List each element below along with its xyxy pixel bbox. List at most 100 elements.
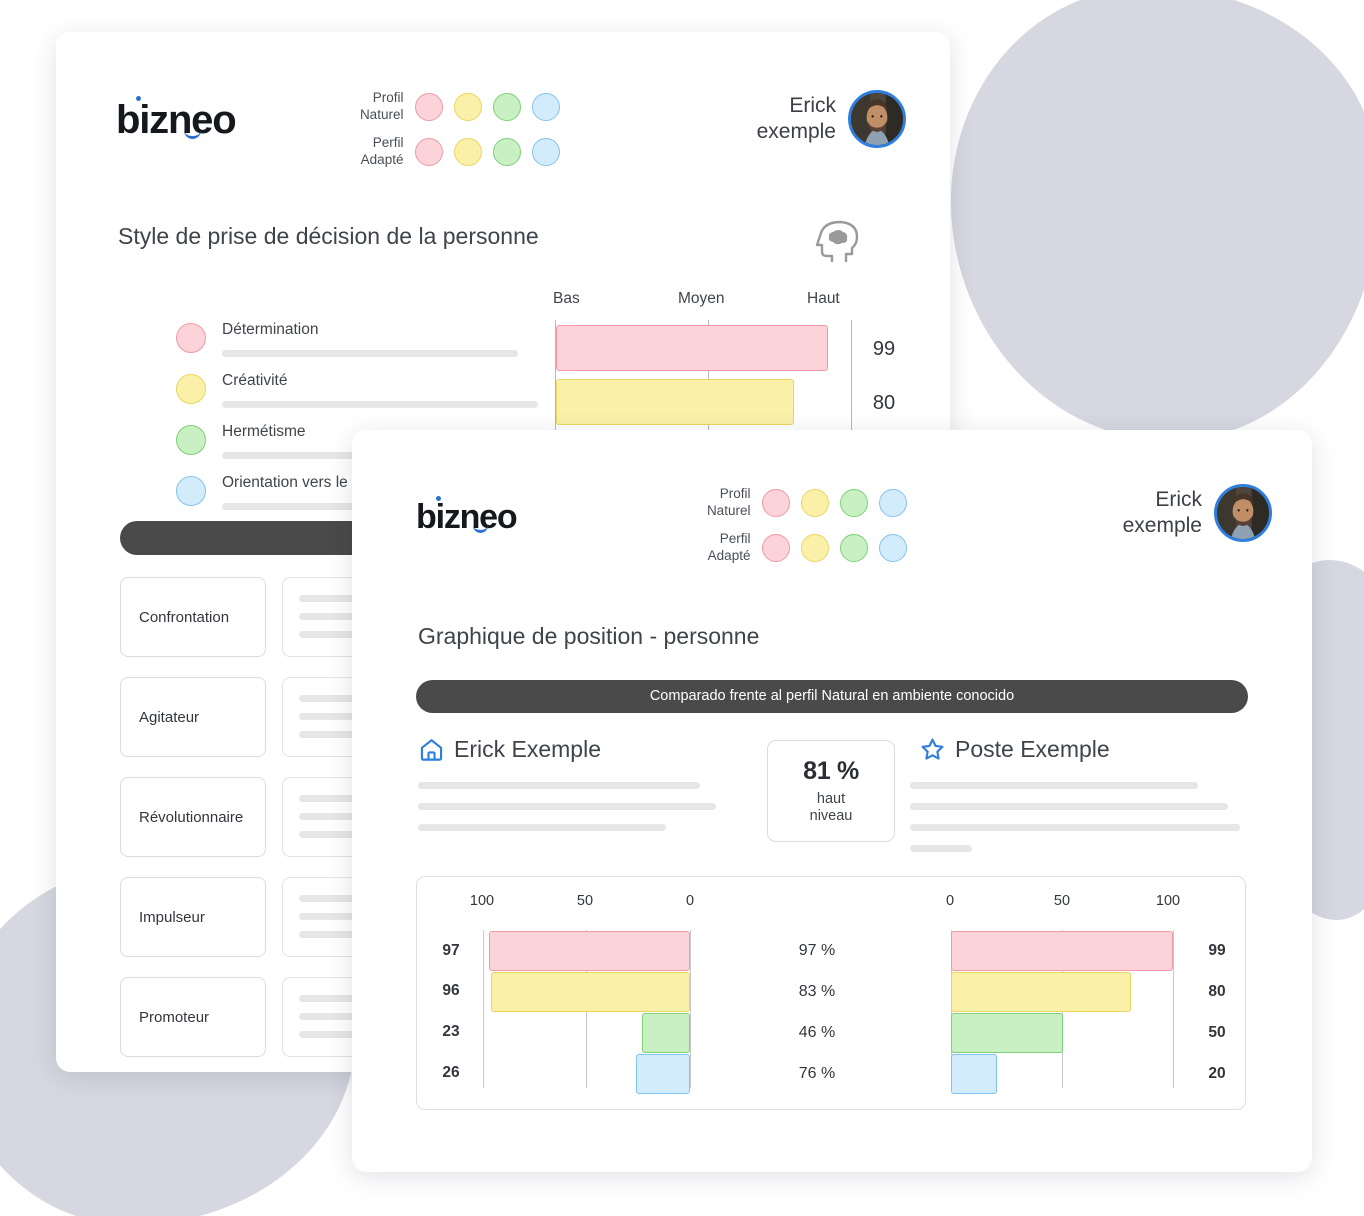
bar-creativite xyxy=(556,379,794,425)
left-value-row-4: 26 xyxy=(442,1064,460,1081)
dot-yellow xyxy=(801,533,830,562)
legend-label: Créativité xyxy=(222,372,288,389)
scale-label-bas: Bas xyxy=(553,290,580,307)
match-score-box: 81 % haut niveau xyxy=(767,740,895,842)
profile-label-adapted: Perfil Adapté xyxy=(360,134,404,167)
dot-green xyxy=(840,488,869,517)
dot-pink xyxy=(415,92,444,121)
comparison-item-label[interactable]: Agitateur xyxy=(120,677,266,757)
back-card-header: bizneo Profil Naturel Perfil Adapté Eric… xyxy=(56,32,950,169)
bizneo-logo-text: bizneo xyxy=(116,98,237,142)
back-value-80: 80 xyxy=(872,392,896,414)
left-tick-50: 50 xyxy=(576,893,594,909)
right-bar-row-4 xyxy=(951,1054,997,1094)
background-blob-top-right xyxy=(929,0,1364,463)
legend-label: Détermination xyxy=(222,321,319,338)
match-pct-row-4: 76 % xyxy=(798,1065,836,1082)
right-value-row-4: 20 xyxy=(1208,1065,1226,1082)
head-brain-icon xyxy=(815,218,859,264)
logo-dot-icon xyxy=(136,96,141,101)
avatar xyxy=(848,90,906,148)
match-score-value: 81 % xyxy=(803,756,859,785)
bizneo-logo-text: bizneo xyxy=(416,498,518,536)
front-card-title: Graphique de position - personne xyxy=(418,622,760,649)
profile-dots-adapted xyxy=(762,533,908,562)
left-pane-name: Erick Exemple xyxy=(454,736,601,762)
left-bar-row-2 xyxy=(491,972,690,1012)
match-score-level: haut niveau xyxy=(809,790,853,824)
left-value-row-3: 23 xyxy=(442,1023,460,1040)
front-card-header: bizneo Profil Naturel Perfil Adapté Eric… xyxy=(352,430,1312,565)
star-icon xyxy=(919,736,946,763)
dot-blue xyxy=(532,92,561,121)
profile-row-natural: Profil Naturel xyxy=(345,90,561,124)
legend-dot-green xyxy=(176,425,206,455)
skeleton-line xyxy=(222,401,538,408)
front-profile-legend: Profil Naturel Perfil Adapté xyxy=(692,486,908,565)
profile-label-natural: Profil Naturel xyxy=(359,90,404,122)
profile-label-natural: Profil Naturel xyxy=(706,486,751,518)
legend-dot-yellow xyxy=(176,374,206,404)
profile-row-natural: Profil Naturel xyxy=(692,486,908,520)
right-pane-header: Poste Exemple xyxy=(919,736,1110,763)
left-value-row-1: 97 xyxy=(442,942,460,959)
right-value-row-1: 99 xyxy=(1208,942,1226,959)
left-bar-row-1 xyxy=(489,931,690,971)
left-tick-100: 100 xyxy=(469,893,495,909)
back-user-name: Erick exemple xyxy=(756,94,836,143)
comparison-item-label[interactable]: Confrontation xyxy=(120,577,266,657)
left-pane-skeleton xyxy=(418,782,716,831)
dot-pink xyxy=(762,533,791,562)
comparison-item-label[interactable]: Révolutionnaire xyxy=(120,777,266,857)
right-pane-name: Poste Exemple xyxy=(955,736,1110,762)
dot-pink xyxy=(762,488,791,517)
right-bar-row-1 xyxy=(951,931,1173,971)
scale-label-moyen: Moyen xyxy=(678,290,725,307)
profile-row-adapted: Perfil Adapté xyxy=(692,531,908,565)
right-value-row-2: 80 xyxy=(1208,983,1226,1000)
comparison-banner: Comparado frente al perfil Natural en am… xyxy=(416,680,1248,713)
left-pane-header: Erick Exemple xyxy=(418,736,601,763)
bizneo-logo: bizneo xyxy=(116,96,237,142)
legend-dot-pink xyxy=(176,323,206,353)
right-value-row-3: 50 xyxy=(1208,1024,1226,1041)
right-bar-row-3 xyxy=(951,1013,1063,1053)
logo-dot-icon xyxy=(436,496,441,501)
left-gridline-0 xyxy=(690,930,691,1088)
avatar xyxy=(1214,484,1272,542)
dot-blue xyxy=(879,533,908,562)
right-gridline-100 xyxy=(1173,930,1174,1088)
dot-blue xyxy=(879,488,908,517)
back-value-99: 99 xyxy=(872,338,896,360)
profile-row-adapted: Perfil Adapté xyxy=(345,134,561,169)
dot-green xyxy=(493,92,522,121)
right-pane-skeleton xyxy=(910,782,1240,852)
left-gridline-100 xyxy=(483,930,484,1088)
home-icon xyxy=(418,736,445,763)
bar-determination xyxy=(556,325,828,371)
left-bar-row-3 xyxy=(642,1013,690,1053)
match-pct-row-3: 46 % xyxy=(798,1024,836,1041)
position-chart: 100 50 0 0 50 100 97 96 23 26 97 % 83 % … xyxy=(416,876,1246,1110)
right-tick-100: 100 xyxy=(1155,893,1181,909)
dot-blue xyxy=(532,137,561,166)
left-tick-0: 0 xyxy=(685,893,695,909)
left-value-row-2: 96 xyxy=(442,982,460,999)
dot-green xyxy=(493,137,522,166)
match-pct-row-2: 83 % xyxy=(798,983,836,1000)
right-bar-row-2 xyxy=(951,972,1131,1012)
match-pct-row-1: 97 % xyxy=(798,942,836,959)
skeleton-line xyxy=(222,350,518,357)
profile-dots-adapted xyxy=(415,137,561,166)
dot-yellow xyxy=(801,488,830,517)
profile-dots-natural xyxy=(762,488,908,517)
comparison-item-label[interactable]: Promoteur xyxy=(120,977,266,1057)
legend-item-creativite: Créativité xyxy=(176,372,538,408)
dot-pink xyxy=(415,137,444,166)
profile-dots-natural xyxy=(415,92,561,121)
legend-dot-blue xyxy=(176,476,206,506)
comparison-item-label[interactable]: Impulseur xyxy=(120,877,266,957)
bizneo-logo: bizneo xyxy=(416,496,518,536)
dot-green xyxy=(840,533,869,562)
back-profile-legend: Profil Naturel Perfil Adapté xyxy=(345,90,561,169)
